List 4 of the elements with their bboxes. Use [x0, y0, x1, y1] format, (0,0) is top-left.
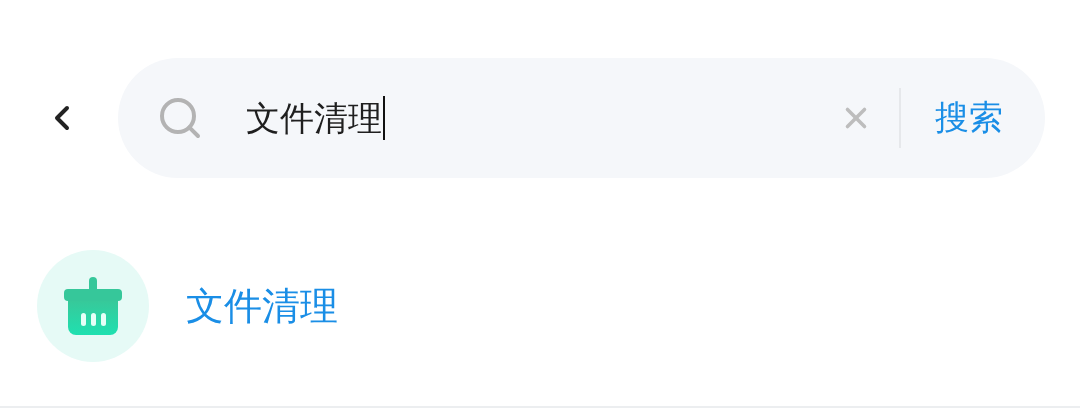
basket-icon [62, 275, 124, 337]
search-button[interactable]: 搜索 [901, 88, 1045, 148]
search-field[interactable]: 文件清理 [246, 96, 839, 140]
result-item[interactable]: 文件清理 [186, 280, 338, 332]
